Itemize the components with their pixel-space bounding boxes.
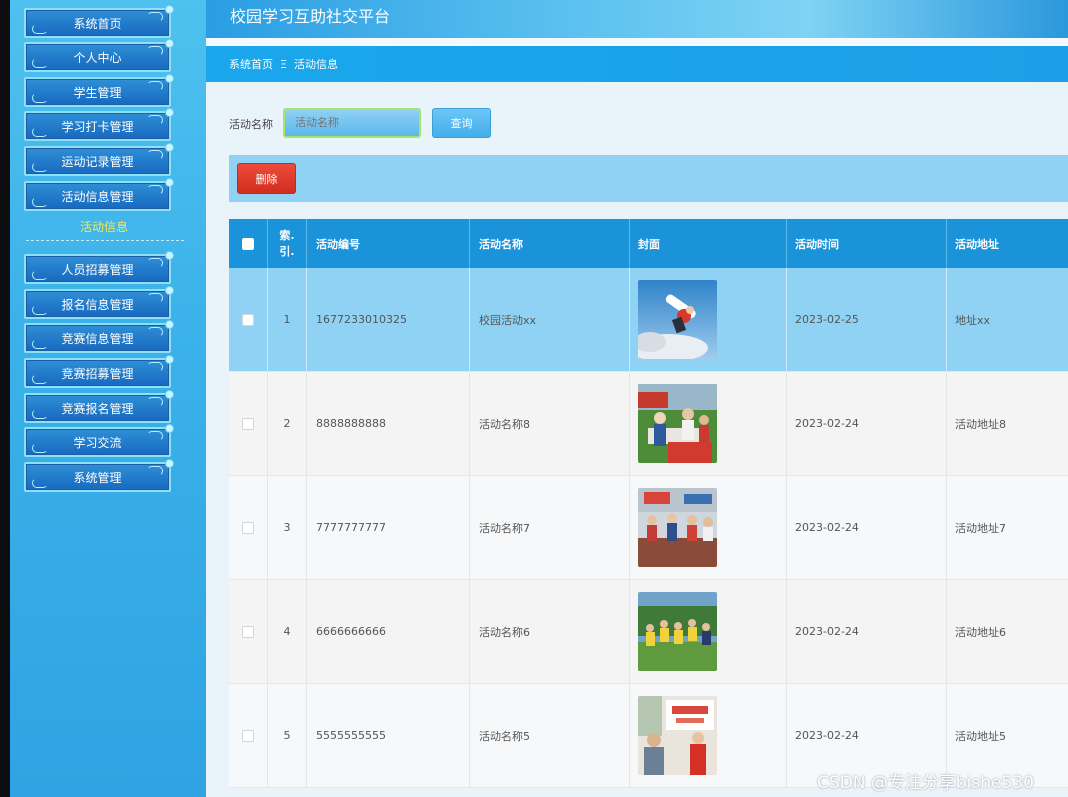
cover-image-event-7[interactable] (638, 488, 717, 567)
row-code: 6666666666 (307, 580, 470, 683)
row-index: 3 (268, 476, 307, 579)
row-index: 2 (268, 372, 307, 475)
row-index: 1 (268, 268, 307, 371)
sidebar-item-competition-recruit[interactable]: 竞赛招募管理 (24, 355, 174, 388)
row-code: 1677233010325 (307, 268, 470, 371)
sidebar-item-label: 系统首页 (73, 16, 122, 31)
table-row[interactable]: 3 7777777777 活动名称7 2023-02-24 活动地址7 (229, 476, 1068, 580)
row-name: 校园活动xx (470, 268, 630, 371)
breadcrumb-separator: Ξ (280, 57, 287, 71)
action-toolbar: 删除 (229, 155, 1068, 202)
table-header: 索. 引. 活动编号 活动名称 封面 活动时间 活动地址 (229, 219, 1068, 268)
sidebar-item-personal-center[interactable]: 个人中心 (24, 39, 174, 72)
header-divider (206, 38, 1068, 46)
sidebar-item-students[interactable]: 学生管理 (24, 74, 174, 107)
row-checkbox[interactable] (242, 625, 254, 638)
select-all-checkbox[interactable] (242, 237, 254, 250)
column-header-cover: 封面 (630, 219, 787, 268)
sidebar-item-label: 学习打卡管理 (61, 119, 134, 134)
sidebar-divider (26, 240, 184, 241)
table-row[interactable]: 1 1677233010325 校园活动xx 2023-02-25 地址xx (229, 268, 1068, 372)
row-address: 活动地址7 (955, 521, 1006, 535)
row-index: 4 (268, 580, 307, 683)
table-row[interactable]: 4 6666666666 活动名称6 2023-02-24 活动地址6 (229, 580, 1068, 684)
sidebar-item-label: 报名信息管理 (61, 297, 134, 312)
row-name: 活动名称6 (470, 580, 630, 683)
column-header-name[interactable]: 活动名称 (470, 219, 630, 268)
row-code: 5555555555 (307, 684, 470, 787)
row-address: 活动地址6 (955, 625, 1006, 639)
sidebar-item-label: 活动信息管理 (61, 189, 134, 204)
row-name: 活动名称5 (470, 684, 630, 787)
column-header-index: 索. 引. (268, 219, 307, 268)
sidebar-item-label: 学习交流 (73, 435, 122, 450)
row-address: 地址xx (955, 313, 991, 327)
row-checkbox[interactable] (242, 313, 254, 326)
select-all-checkbox-cell (229, 219, 268, 268)
sidebar-item-label: 系统管理 (73, 470, 122, 485)
row-address: 活动地址8 (955, 417, 1006, 431)
sidebar-item-home[interactable]: 系统首页 (24, 5, 174, 38)
sidebar-subitem-activity-info[interactable]: 活动信息 (24, 218, 184, 235)
search-input[interactable] (283, 108, 421, 138)
sidebar-item-label: 竞赛招募管理 (61, 366, 134, 381)
row-time: 2023-02-24 (787, 580, 947, 683)
row-checkbox[interactable] (242, 521, 254, 534)
row-name: 活动名称8 (470, 372, 630, 475)
cover-image-event-5[interactable] (638, 696, 717, 775)
sidebar-item-label: 运动记录管理 (61, 154, 134, 169)
row-time: 2023-02-25 (787, 268, 947, 371)
cover-image-event-6[interactable] (638, 592, 717, 671)
row-time: 2023-02-24 (787, 476, 947, 579)
column-header-address[interactable]: 活动地址 (947, 219, 1068, 268)
column-header-time[interactable]: 活动时间 (787, 219, 947, 268)
sidebar-item-competition-signup[interactable]: 竞赛报名管理 (24, 390, 174, 423)
sidebar-item-activity-info[interactable]: 活动信息管理 (24, 178, 174, 211)
column-header-code[interactable]: 活动编号 (307, 219, 470, 268)
breadcrumb-current: 活动信息 (293, 58, 338, 71)
watermark: CSDN @专注分享bishe530 (817, 773, 1034, 793)
row-code: 8888888888 (307, 372, 470, 475)
cover-image-snowboard[interactable] (638, 280, 717, 359)
sidebar-item-signup-info[interactable]: 报名信息管理 (24, 286, 174, 319)
row-checkbox[interactable] (242, 417, 254, 430)
sidebar-item-recruitment[interactable]: 人员招募管理 (24, 251, 174, 284)
sidebar-item-label: 竞赛信息管理 (61, 331, 134, 346)
row-name: 活动名称7 (470, 476, 630, 579)
breadcrumb-home[interactable]: 系统首页 (229, 56, 273, 72)
sidebar-item-label: 竞赛报名管理 (61, 401, 134, 416)
sidebar-item-study-checkin[interactable]: 学习打卡管理 (24, 108, 174, 141)
sidebar-item-system-management[interactable]: 系统管理 (24, 459, 174, 492)
row-time: 2023-02-24 (787, 372, 947, 475)
sidebar-item-label: 个人中心 (73, 50, 122, 65)
sidebar-item-label: 人员招募管理 (61, 262, 134, 277)
cover-image-event-8[interactable] (638, 384, 717, 463)
sidebar-item-competition-info[interactable]: 竞赛信息管理 (24, 320, 174, 353)
row-index: 5 (268, 684, 307, 787)
delete-button[interactable]: 删除 (237, 163, 296, 194)
sidebar-item-label: 学生管理 (73, 85, 122, 100)
window-edge (0, 0, 10, 797)
search-label: 活动名称 (229, 118, 273, 131)
app-title: 校园学习互助社交平台 (230, 7, 391, 26)
breadcrumb: 系统首页 Ξ 活动信息 (206, 46, 1068, 82)
row-code: 7777777777 (307, 476, 470, 579)
table-row[interactable]: 2 8888888888 活动名称8 2023-02-24 活动地址8 (229, 372, 1068, 476)
row-checkbox[interactable] (242, 729, 254, 742)
sidebar-item-study-exchange[interactable]: 学习交流 (24, 424, 174, 457)
top-header: 校园学习互助社交平台 (206, 0, 1068, 38)
sidebar-item-sport-records[interactable]: 运动记录管理 (24, 143, 174, 176)
search-button[interactable]: 查询 (432, 108, 491, 138)
